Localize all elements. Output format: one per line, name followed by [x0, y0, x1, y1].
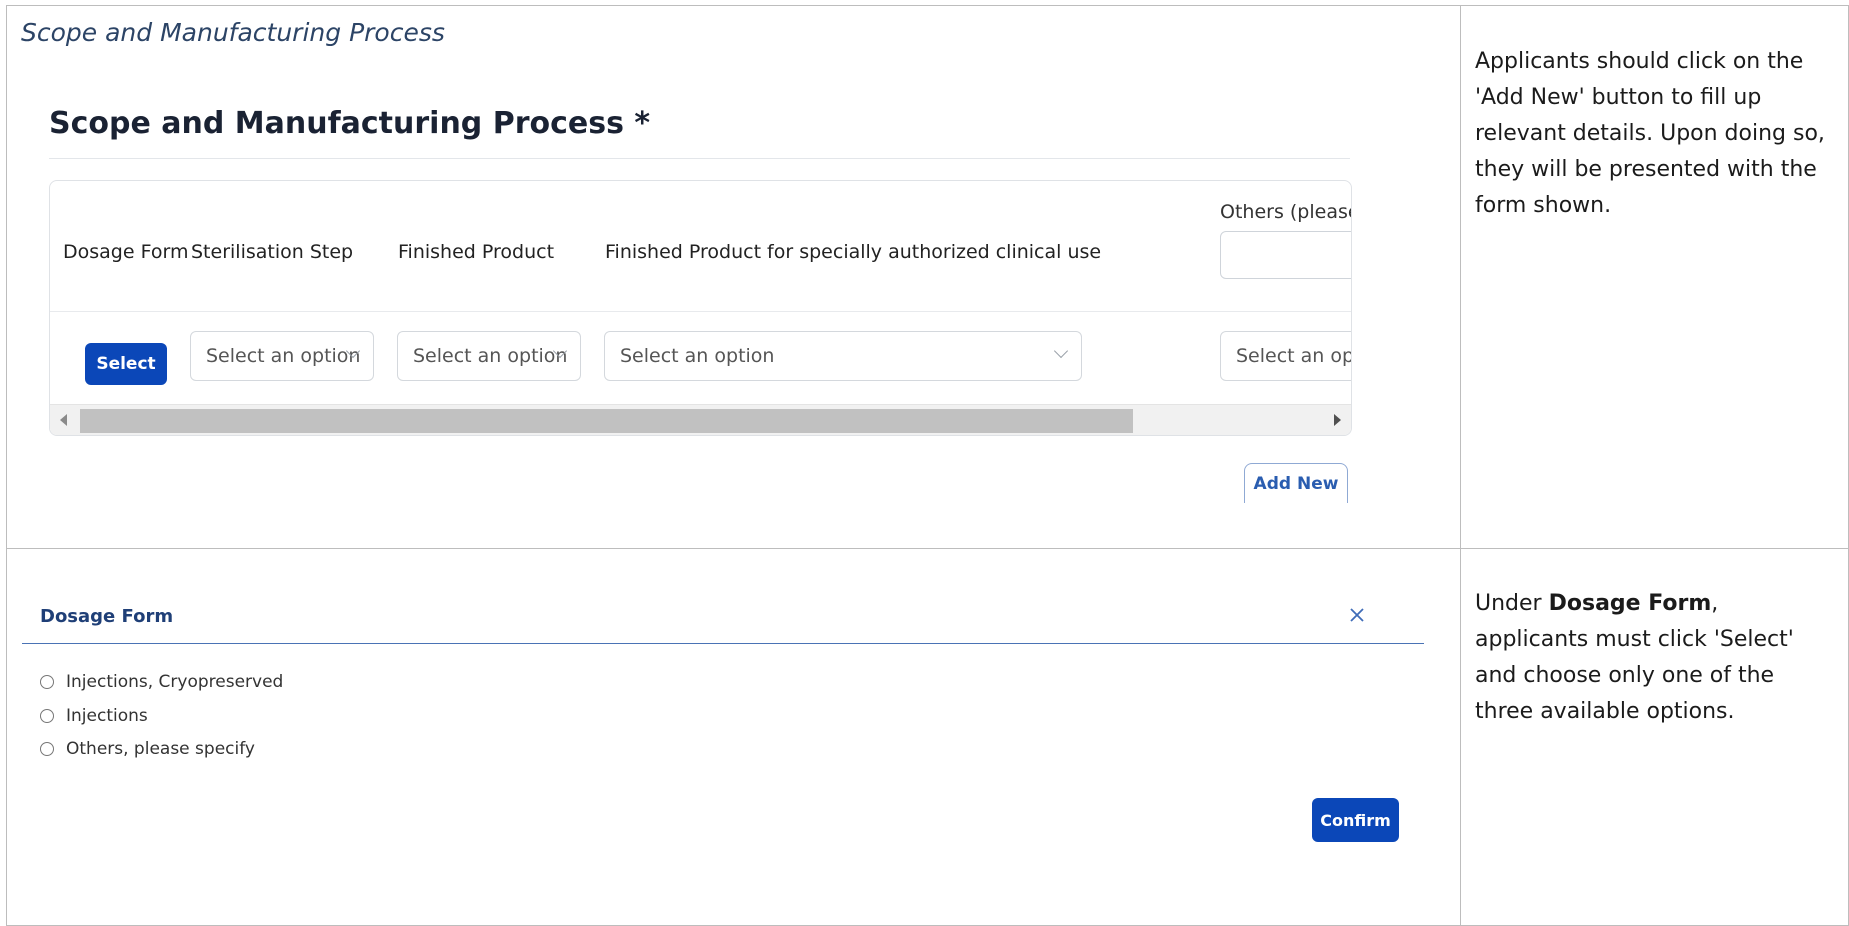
column-header-finished-product: Finished Product: [398, 241, 555, 263]
grid-viewport: Dosage Form Sterilisation Step Finished …: [50, 181, 1351, 405]
bottom-note-cell: Under Dosage Form, applicants must click…: [1460, 548, 1849, 926]
note-prefix: Under: [1475, 591, 1549, 616]
column-header-dosage-form: Dosage Form: [63, 241, 189, 263]
confirm-button[interactable]: Confirm: [1312, 798, 1399, 842]
row-divider: [50, 311, 1351, 312]
radio-option[interactable]: Injections: [40, 706, 148, 726]
horizontal-scrollbar[interactable]: [50, 404, 1351, 435]
radio-button[interactable]: [40, 675, 54, 689]
note-bold-term: Dosage Form: [1548, 591, 1712, 616]
radio-button[interactable]: [40, 709, 54, 723]
radio-label: Injections: [66, 706, 148, 726]
radio-option[interactable]: Injections, Cryopreserved: [40, 672, 283, 692]
bottom-instruction-text: Under Dosage Form, applicants must click…: [1475, 586, 1834, 730]
radio-label: Others, please specify: [66, 739, 255, 759]
column-header-others: Others (please: [1220, 201, 1351, 223]
others-dropdown[interactable]: Select an op: [1220, 331, 1351, 381]
add-new-button[interactable]: Add New: [1244, 463, 1348, 503]
bottom-screenshot-cell: Dosage Form Injections, Cryopreserved In…: [6, 548, 1461, 926]
sterilisation-step-dropdown[interactable]: Select an option: [190, 331, 374, 381]
top-screenshot-cell: Scope and Manufacturing Process Scope an…: [6, 5, 1461, 549]
dropdown-placeholder: Select an option: [206, 345, 361, 367]
scroll-right-icon[interactable]: [1334, 414, 1341, 426]
dropdown-placeholder: Select an option: [620, 345, 775, 367]
radio-label: Injections, Cryopreserved: [66, 672, 284, 692]
close-icon[interactable]: [1345, 603, 1369, 627]
finished-product-special-dropdown[interactable]: Select an option: [604, 331, 1082, 381]
modal-divider: [22, 643, 1424, 644]
top-note-cell: Applicants should click on the 'Add New'…: [1460, 5, 1849, 549]
finished-product-dropdown[interactable]: Select an option: [397, 331, 581, 381]
dropdown-placeholder: Select an option: [413, 345, 568, 367]
radio-button[interactable]: [40, 742, 54, 756]
column-header-sterilisation-step: Sterilisation Step: [191, 241, 354, 263]
section-caption: Scope and Manufacturing Process: [21, 18, 445, 47]
scrollbar-thumb[interactable]: [80, 409, 1133, 433]
scroll-left-icon[interactable]: [60, 414, 67, 426]
column-header-finished-product-special: Finished Product for specially authorize…: [605, 241, 1102, 263]
chevron-down-icon: [1053, 343, 1069, 359]
others-specify-input[interactable]: [1220, 231, 1351, 279]
scope-grid: Dosage Form Sterilisation Step Finished …: [49, 180, 1352, 436]
modal-title: Dosage Form: [40, 606, 174, 627]
title-divider: [49, 158, 1350, 159]
dropdown-placeholder: Select an op: [1236, 345, 1351, 367]
radio-option[interactable]: Others, please specify: [40, 739, 255, 759]
top-instruction-text: Applicants should click on the 'Add New'…: [1475, 49, 1825, 218]
dosage-form-select-button[interactable]: Select: [85, 343, 167, 385]
guide-table: Scope and Manufacturing Process Scope an…: [6, 5, 1849, 926]
form-title: Scope and Manufacturing Process *: [49, 106, 651, 141]
